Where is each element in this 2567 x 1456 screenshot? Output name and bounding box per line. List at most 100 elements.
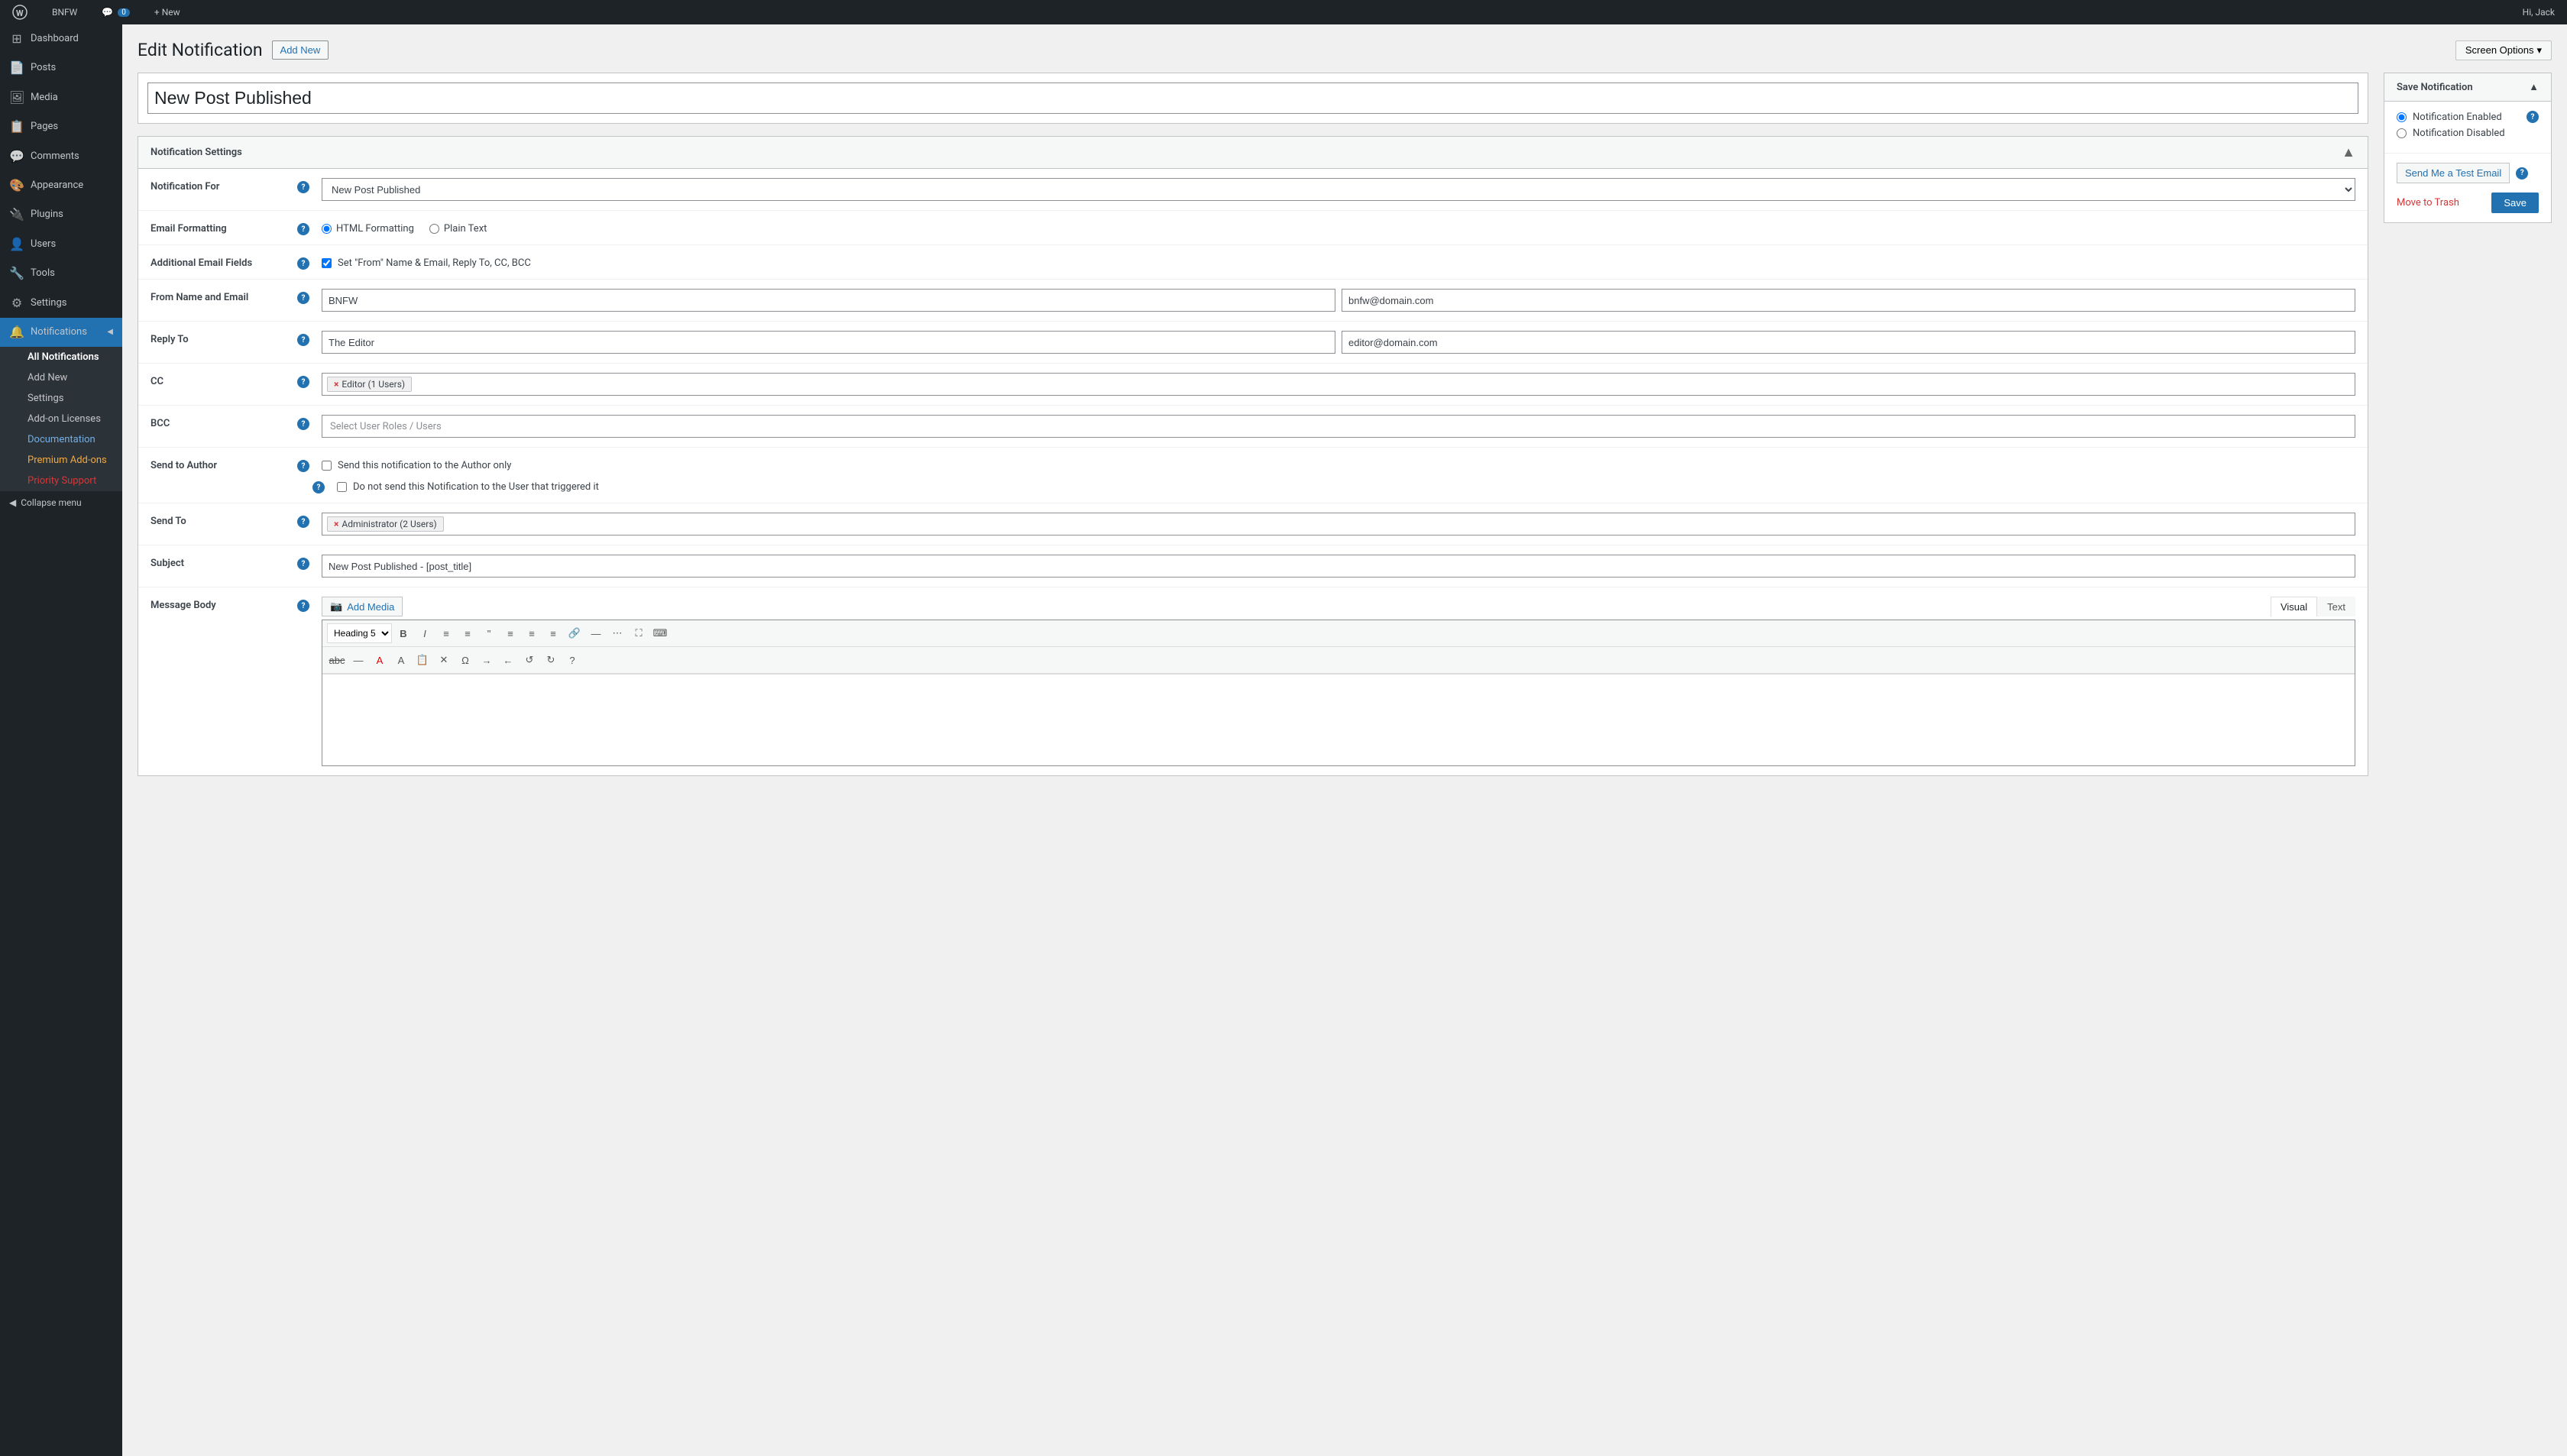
ol-button[interactable]: ≡ <box>458 623 477 643</box>
sidebar-sub-priority-support[interactable]: Priority Support <box>0 471 122 491</box>
panel-collapse-button[interactable]: ▲ <box>2342 144 2355 160</box>
screen-options-button[interactable]: Screen Options ▾ <box>2455 40 2552 60</box>
sidebar-item-appearance[interactable]: 🎨 Appearance <box>0 171 122 200</box>
sidebar-item-media[interactable]: 🖼 Media <box>0 83 122 112</box>
send-to-tag-input[interactable]: × Administrator (2 Users) <box>322 513 2355 535</box>
align-right-button[interactable]: ≡ <box>543 623 563 643</box>
sidebar-sub-add-new[interactable]: Add New <box>0 367 122 388</box>
additional-fields-checkbox-label[interactable]: Set "From" Name & Email, Reply To, CC, B… <box>322 254 2355 269</box>
help-icon-test-email[interactable]: ? <box>2516 167 2528 180</box>
no-trigger-checkbox[interactable] <box>337 482 347 492</box>
user-greeting[interactable]: Hi, Jack <box>2517 0 2561 24</box>
bcc-tag-input[interactable]: Select User Roles / Users <box>322 415 2355 438</box>
save-button[interactable]: Save <box>2491 193 2539 213</box>
sidebar-item-pages[interactable]: 📋 Pages <box>0 112 122 141</box>
save-box-collapse-icon[interactable]: ▲ <box>2529 81 2539 93</box>
reply-to-email-input[interactable] <box>1342 331 2355 354</box>
bold-button[interactable]: B <box>393 623 413 643</box>
collapse-menu[interactable]: ◀ Collapse menu <box>0 491 122 514</box>
notification-enabled-radio[interactable] <box>2397 112 2407 122</box>
help-icon-send-to[interactable]: ? <box>297 516 309 528</box>
sidebar-item-tools[interactable]: 🔧 Tools <box>0 259 122 288</box>
fullscreen-button[interactable]: ⛶ <box>629 623 649 643</box>
send-to-tag-remove[interactable]: × <box>334 519 338 529</box>
dash-button[interactable]: — <box>348 650 368 670</box>
help-icon-notification-for[interactable]: ? <box>297 181 309 193</box>
notification-title-input[interactable] <box>147 83 2358 114</box>
from-email-input[interactable] <box>1342 289 2355 312</box>
help-button[interactable]: ? <box>562 650 582 670</box>
sidebar-sub-settings[interactable]: Settings <box>0 388 122 409</box>
ul-button[interactable]: ≡ <box>436 623 456 643</box>
sidebar-item-notifications[interactable]: 🔔 Notifications ◀ <box>0 318 122 347</box>
test-email-button[interactable]: Send Me a Test Email <box>2397 163 2510 183</box>
help-icon-subject[interactable]: ? <box>297 558 309 570</box>
notification-for-select[interactable]: New Post Published <box>322 178 2355 201</box>
editor-body[interactable] <box>322 674 2355 765</box>
comments-item[interactable]: 💬 0 <box>95 0 136 24</box>
hr-button[interactable]: — <box>586 623 606 643</box>
send-to-author-checkbox[interactable] <box>322 461 332 471</box>
sidebar-sub-documentation[interactable]: Documentation <box>0 429 122 450</box>
send-to-author-checkbox-label[interactable]: Send this notification to the Author onl… <box>322 457 2355 471</box>
help-icon-no-trigger[interactable]: ? <box>312 481 325 493</box>
add-media-button[interactable]: 📷 Add Media <box>322 597 403 616</box>
additional-fields-checkbox[interactable] <box>322 258 332 268</box>
cc-tag-remove[interactable]: × <box>334 379 338 390</box>
outdent-button[interactable]: ← <box>498 650 518 670</box>
clear-format-button[interactable]: ✕ <box>434 650 454 670</box>
sidebar-item-comments[interactable]: 💬 Comments <box>0 142 122 171</box>
html-formatting-radio[interactable] <box>322 224 332 234</box>
cc-tag-input[interactable]: × Editor (1 Users) <box>322 373 2355 396</box>
sidebar-sub-premium-addons[interactable]: Premium Add-ons <box>0 450 122 471</box>
redo-button[interactable]: ↻ <box>541 650 561 670</box>
sidebar-item-posts[interactable]: 📄 Posts <box>0 53 122 83</box>
keyboard-button[interactable]: ⌨ <box>650 623 670 643</box>
help-icon-email-formatting[interactable]: ? <box>297 223 309 235</box>
help-icon-bcc[interactable]: ? <box>297 418 309 430</box>
notification-enabled-label[interactable]: Notification Enabled <box>2413 112 2502 123</box>
help-icon-cc[interactable]: ? <box>297 376 309 388</box>
help-icon-reply-to[interactable]: ? <box>297 334 309 346</box>
italic-button[interactable]: I <box>415 623 435 643</box>
sidebar-item-dashboard[interactable]: ⊞ Dashboard <box>0 24 122 53</box>
notification-disabled-radio[interactable] <box>2397 128 2407 138</box>
special-char-button[interactable]: Ω <box>455 650 475 670</box>
no-trigger-checkbox-label[interactable]: Do not send this Notification to the Use… <box>337 478 2355 493</box>
wp-logo-item[interactable]: W <box>6 0 34 24</box>
help-icon-send-to-author[interactable]: ? <box>297 460 309 472</box>
undo-button[interactable]: ↺ <box>520 650 539 670</box>
plain-text-label[interactable]: Plain Text <box>429 223 487 235</box>
help-icon-message-body[interactable]: ? <box>297 600 309 612</box>
heading-select[interactable]: Heading 5 <box>327 623 392 643</box>
sidebar-item-plugins[interactable]: 🔌 Plugins <box>0 200 122 229</box>
help-icon-from-name-email[interactable]: ? <box>297 292 309 304</box>
indent-button[interactable]: → <box>477 650 497 670</box>
help-icon-enabled[interactable]: ? <box>2527 111 2539 123</box>
notification-disabled-label[interactable]: Notification Disabled <box>2413 128 2505 139</box>
new-content-item[interactable]: + New <box>148 0 186 24</box>
sidebar-item-users[interactable]: 👤 Users <box>0 230 122 259</box>
more-button[interactable]: ⋯ <box>607 623 627 643</box>
text-tab[interactable]: Text <box>2317 597 2355 616</box>
font-color-button[interactable]: A <box>370 650 390 670</box>
blockquote-button[interactable]: " <box>479 623 499 643</box>
sidebar-sub-all-notifications[interactable]: All Notifications <box>0 347 122 367</box>
link-button[interactable]: 🔗 <box>565 623 584 643</box>
subject-input[interactable] <box>322 555 2355 578</box>
sidebar-sub-addon-licenses[interactable]: Add-on Licenses <box>0 409 122 429</box>
from-name-input[interactable] <box>322 289 1335 312</box>
align-left-button[interactable]: ≡ <box>500 623 520 643</box>
help-icon-additional-fields[interactable]: ? <box>297 257 309 270</box>
html-formatting-label[interactable]: HTML Formatting <box>322 223 414 235</box>
sidebar-item-settings[interactable]: ⚙ Settings <box>0 289 122 318</box>
visual-tab[interactable]: Visual <box>2271 597 2317 616</box>
font-size-button[interactable]: A <box>391 650 411 670</box>
paste-text-button[interactable]: 📋 <box>413 650 432 670</box>
plain-text-radio[interactable] <box>429 224 439 234</box>
move-to-trash-link[interactable]: Move to Trash <box>2397 197 2459 209</box>
align-center-button[interactable]: ≡ <box>522 623 542 643</box>
add-new-button[interactable]: Add New <box>272 40 329 60</box>
reply-to-name-input[interactable] <box>322 331 1335 354</box>
site-name-item[interactable]: BNFW <box>46 0 83 24</box>
